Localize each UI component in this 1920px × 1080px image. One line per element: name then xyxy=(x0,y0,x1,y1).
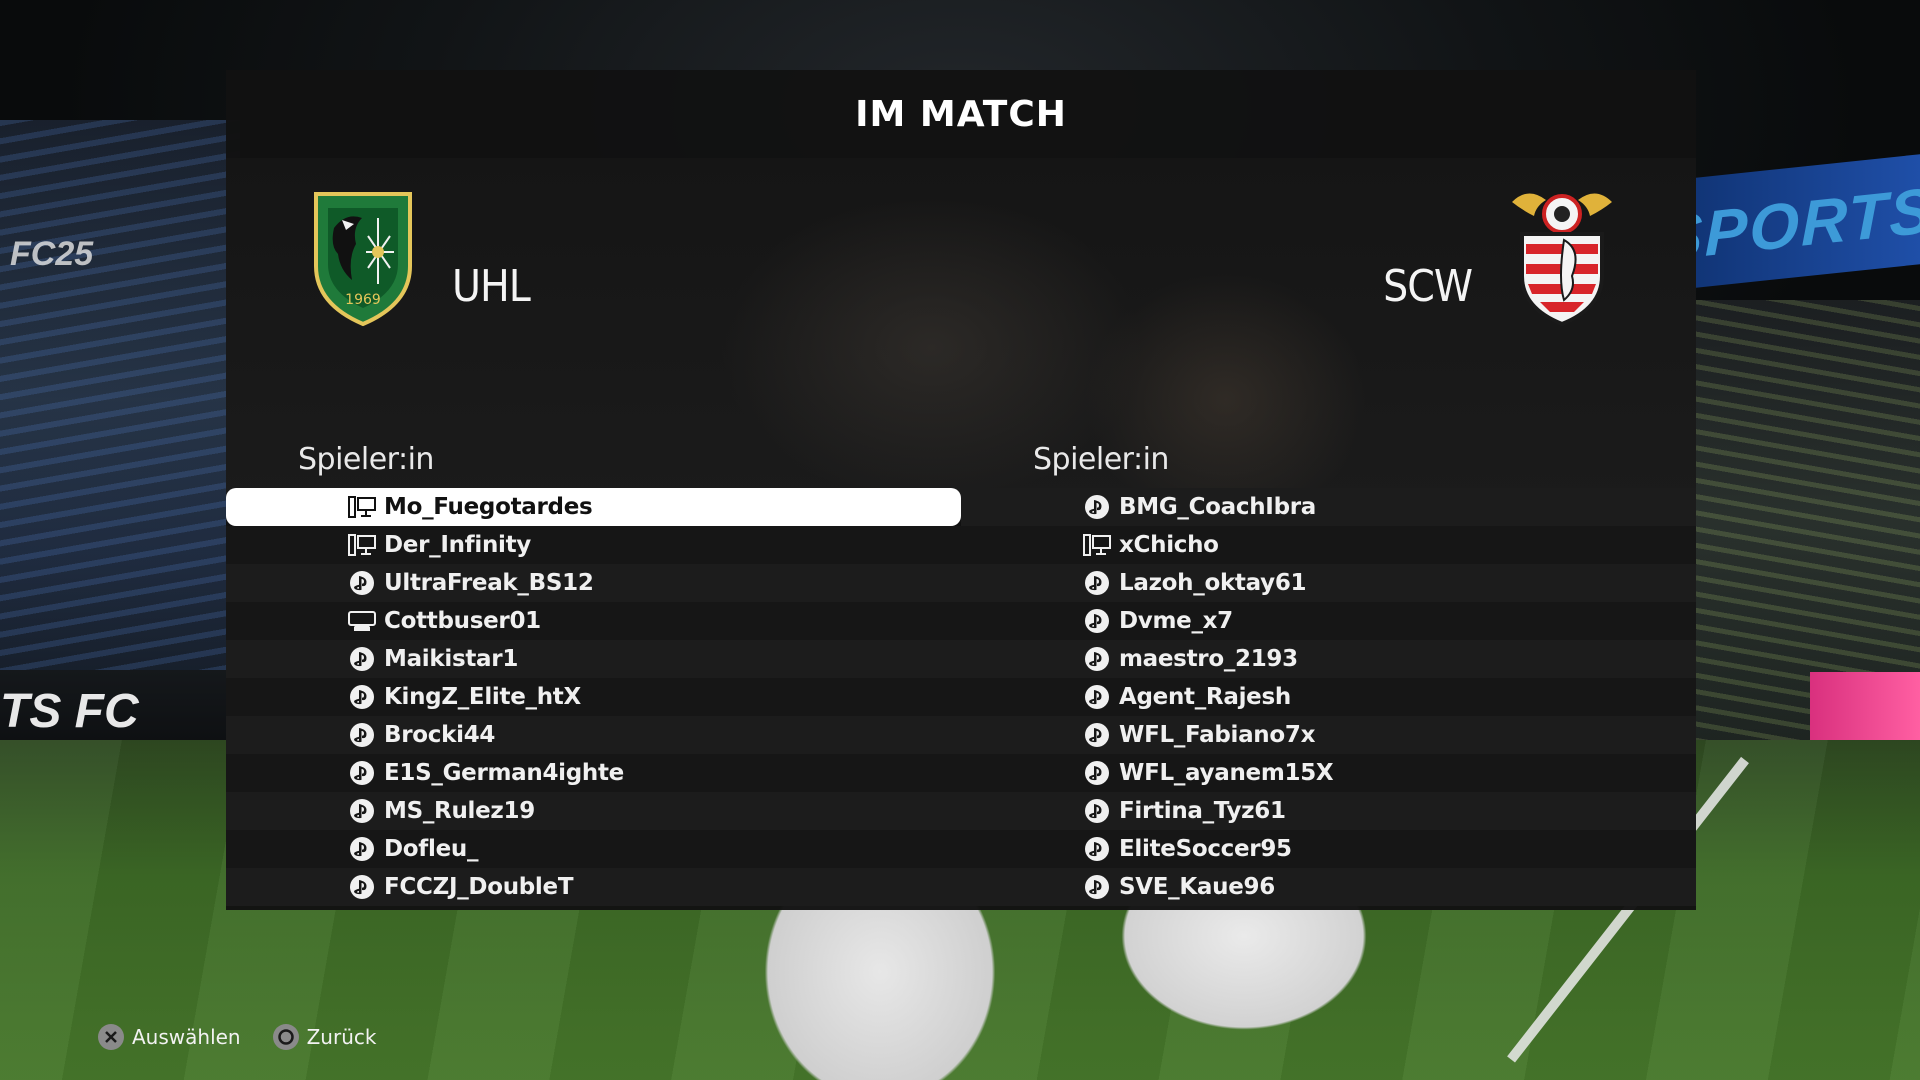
home-team: 1969 UHL xyxy=(308,188,531,328)
match-lineup-panel: IM MATCH 1969 UHL SCW Spieler:in Mo_Fueg… xyxy=(226,70,1696,910)
player-name: MS_Rulez19 xyxy=(384,798,535,824)
player-name: Firtina_Tyz61 xyxy=(1119,798,1286,824)
away-player-list: Spieler:in BMG_CoachIbra xChicho Lazoh_o… xyxy=(961,436,1696,906)
player-row[interactable]: Mo_Fuegotardes xyxy=(226,488,961,526)
select-hint[interactable]: Auswählen xyxy=(96,1022,241,1052)
xbox-icon xyxy=(348,607,376,635)
playstation-icon xyxy=(348,873,376,901)
playstation-icon xyxy=(1083,759,1111,787)
playstation-icon xyxy=(1083,569,1111,597)
playstation-icon xyxy=(1083,683,1111,711)
circle-button-icon xyxy=(272,1024,299,1050)
player-name: Maikistar1 xyxy=(384,646,519,672)
player-name: Mo_Fuegotardes xyxy=(384,494,593,520)
player-row[interactable]: BMG_CoachIbra xyxy=(961,488,1696,526)
playstation-icon xyxy=(348,835,376,863)
player-name: UltraFreak_BS12 xyxy=(384,570,594,596)
home-player-list: Spieler:in Mo_Fuegotardes Der_Infinity U… xyxy=(226,436,961,906)
player-row[interactable]: KingZ_Elite_htX xyxy=(226,678,961,716)
player-row[interactable]: Agent_Rajesh xyxy=(961,678,1696,716)
player-name: xChicho xyxy=(1119,532,1219,558)
player-row[interactable]: Lazoh_oktay61 xyxy=(961,564,1696,602)
playstation-icon xyxy=(1083,873,1111,901)
player-name: Der_Infinity xyxy=(384,532,532,558)
playstation-icon xyxy=(348,759,376,787)
pc-icon xyxy=(1083,531,1111,559)
away-team: SCW xyxy=(1383,180,1618,328)
playstation-icon xyxy=(1083,645,1111,673)
player-name: Dofleu_ xyxy=(384,836,479,862)
player-name: WFL_ayanem15X xyxy=(1119,760,1334,786)
player-row[interactable]: WFL_Fabiano7x xyxy=(961,716,1696,754)
home-rows: Mo_Fuegotardes Der_Infinity UltraFreak_B… xyxy=(226,488,961,906)
player-row[interactable]: Maikistar1 xyxy=(226,640,961,678)
green-eagle-crest-icon: 1969 xyxy=(314,192,412,327)
player-name: Cottbuser01 xyxy=(384,608,541,634)
player-name: Agent_Rajesh xyxy=(1119,684,1291,710)
page-title: IM MATCH xyxy=(855,93,1067,135)
player-name: Lazoh_oktay61 xyxy=(1119,570,1307,596)
away-column-header: Spieler:in xyxy=(1033,441,1169,477)
left-stand xyxy=(0,120,240,740)
player-row[interactable]: Brocki44 xyxy=(226,716,961,754)
pc-icon xyxy=(348,493,376,521)
playstation-icon xyxy=(1083,835,1111,863)
away-team-name: SCW xyxy=(1383,260,1473,312)
player-row[interactable]: UltraFreak_BS12 xyxy=(226,564,961,602)
player-row[interactable]: Dofleu_ xyxy=(226,830,961,868)
player-row[interactable]: Der_Infinity xyxy=(226,526,961,564)
crest-year: 1969 xyxy=(345,292,381,308)
player-row[interactable]: EliteSoccer95 xyxy=(961,830,1696,868)
player-name: maestro_2193 xyxy=(1119,646,1298,672)
player-name: Dvme_x7 xyxy=(1119,608,1233,634)
player-row[interactable]: maestro_2193 xyxy=(961,640,1696,678)
winged-red-shield-crest-icon xyxy=(1512,193,1612,327)
player-row[interactable]: WFL_ayanem15X xyxy=(961,754,1696,792)
playstation-icon xyxy=(348,645,376,673)
player-row[interactable]: E1S_German4ighte xyxy=(226,754,961,792)
back-label: Zurück xyxy=(306,1025,377,1049)
player-row[interactable]: Dvme_x7 xyxy=(961,602,1696,640)
playstation-icon xyxy=(348,683,376,711)
playstation-icon xyxy=(348,797,376,825)
button-hints: Auswählen Zurück xyxy=(96,1022,376,1052)
player-row[interactable]: xChicho xyxy=(961,526,1696,564)
player-name: WFL_Fabiano7x xyxy=(1119,722,1316,748)
playstation-icon xyxy=(348,569,376,597)
players-in-background xyxy=(740,900,1440,1080)
playstation-icon xyxy=(348,721,376,749)
ad-board-text: TS FC xyxy=(0,685,139,738)
player-name: FCCZJ_DoubleT xyxy=(384,874,574,900)
away-rows: BMG_CoachIbra xChicho Lazoh_oktay61 Dvme… xyxy=(961,488,1696,906)
cross-button-icon xyxy=(98,1024,124,1050)
pc-icon xyxy=(348,531,376,559)
player-name: EliteSoccer95 xyxy=(1119,836,1292,862)
playstation-icon xyxy=(1083,797,1111,825)
select-label: Auswählen xyxy=(132,1025,241,1049)
player-row[interactable]: MS_Rulez19 xyxy=(226,792,961,830)
playstation-icon xyxy=(1083,721,1111,749)
side-logo: FC25 xyxy=(10,235,94,273)
player-name: SVE_Kaue96 xyxy=(1119,874,1275,900)
player-name: KingZ_Elite_htX xyxy=(384,684,581,710)
back-hint[interactable]: Zurück xyxy=(271,1022,377,1052)
player-row[interactable]: Cottbuser01 xyxy=(226,602,961,640)
sponsor-banner-text: SPORTS xyxy=(1660,173,1920,275)
player-name: BMG_CoachIbra xyxy=(1119,494,1316,520)
player-row[interactable]: Firtina_Tyz61 xyxy=(961,792,1696,830)
playstation-icon xyxy=(1083,493,1111,521)
player-name: Brocki44 xyxy=(384,722,496,748)
home-column-header: Spieler:in xyxy=(298,441,434,477)
player-row[interactable]: FCCZJ_DoubleT xyxy=(226,868,961,906)
home-team-name: UHL xyxy=(452,260,531,312)
player-name: E1S_German4ighte xyxy=(384,760,624,786)
pink-ad-board xyxy=(1810,672,1920,744)
player-row[interactable]: SVE_Kaue96 xyxy=(961,868,1696,906)
playstation-icon xyxy=(1083,607,1111,635)
